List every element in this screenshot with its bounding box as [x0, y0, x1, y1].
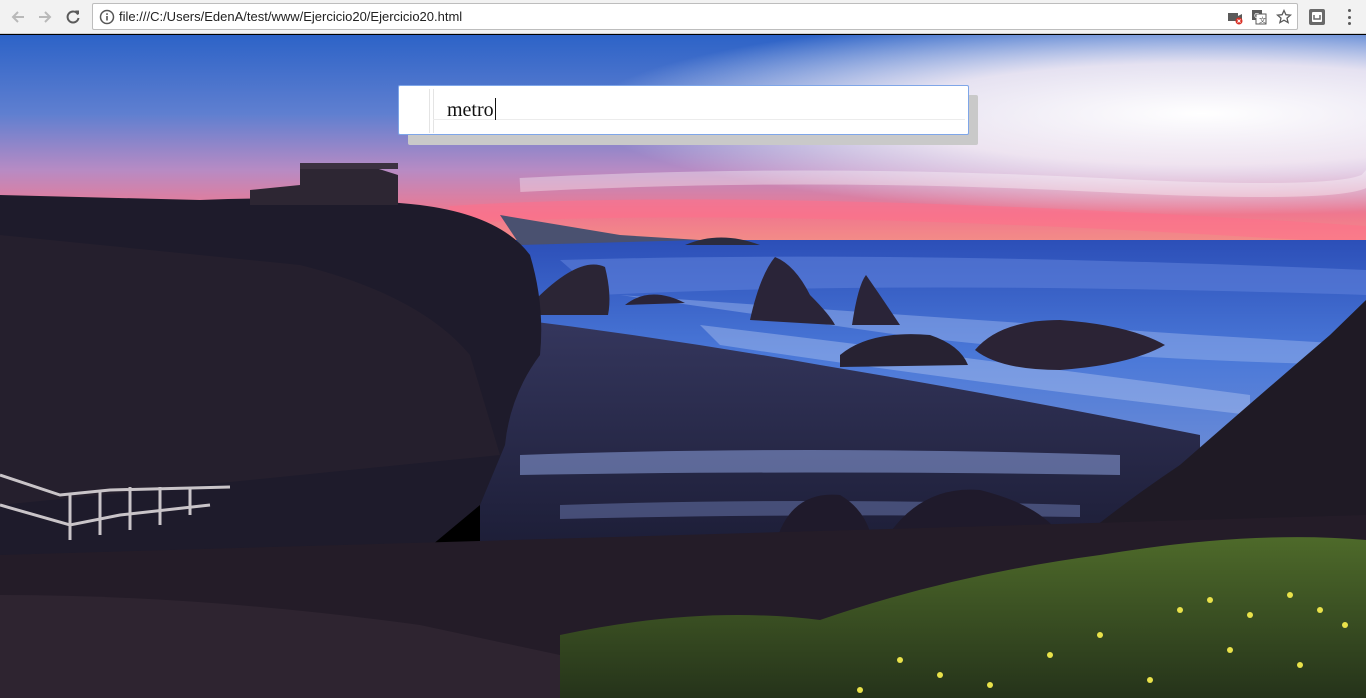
- arrow-left-icon: [11, 11, 24, 23]
- browser-toolbar: file:///C:/Users/EdenA/test/www/Ejercici…: [0, 0, 1366, 34]
- url-text[interactable]: file:///C:/Users/EdenA/test/www/Ejercici…: [119, 9, 462, 24]
- margin-line: [429, 89, 430, 133]
- reload-icon: [66, 10, 80, 24]
- address-bar[interactable]: file:///C:/Users/EdenA/test/www/Ejercici…: [92, 3, 1298, 30]
- translate-icon[interactable]: G文: [1251, 9, 1267, 25]
- back-button[interactable]: [7, 6, 29, 28]
- search-box[interactable]: metro: [398, 85, 969, 135]
- search-input-value[interactable]: metro: [447, 99, 494, 121]
- arrow-right-icon: [39, 11, 52, 23]
- extension-icon[interactable]: [1308, 8, 1326, 26]
- bookmark-star-icon[interactable]: [1276, 9, 1292, 25]
- browser-menu-icon[interactable]: [1342, 8, 1356, 26]
- margin-line: [433, 89, 434, 133]
- forward-button[interactable]: [34, 6, 56, 28]
- text-caret: [494, 98, 496, 120]
- reload-button[interactable]: [62, 6, 84, 28]
- camera-blocked-icon[interactable]: [1227, 9, 1243, 25]
- ruled-line: [433, 119, 965, 120]
- svg-text:文: 文: [1259, 16, 1266, 25]
- search-input[interactable]: metro: [447, 98, 496, 122]
- page-viewport: metro: [0, 35, 1366, 698]
- info-icon[interactable]: [99, 9, 115, 25]
